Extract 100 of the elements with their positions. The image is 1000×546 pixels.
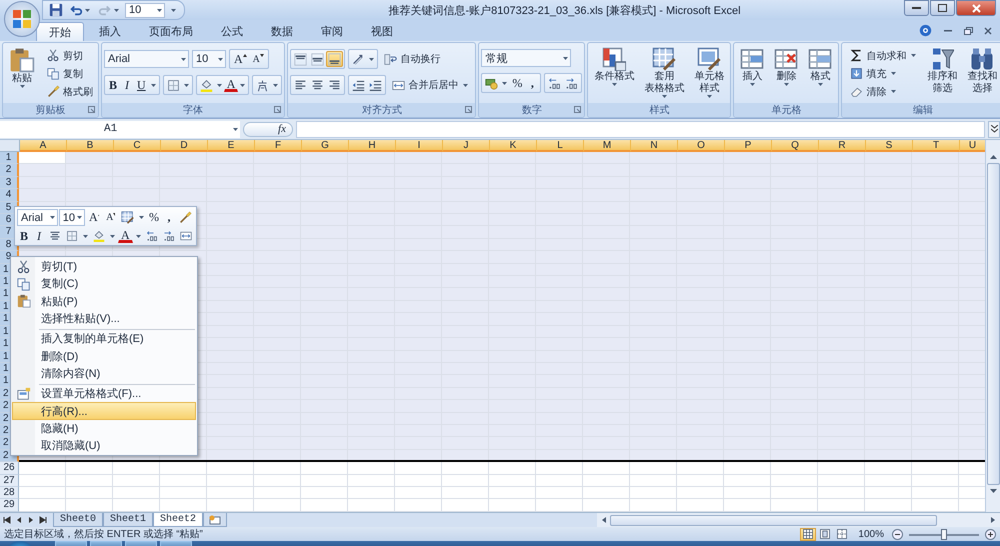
row-header[interactable]: 1 xyxy=(0,152,19,164)
column-header[interactable]: D xyxy=(161,140,208,152)
shrink-font-button[interactable]: A xyxy=(250,51,267,67)
view-button[interactable] xyxy=(800,528,816,540)
previous-sheet-icon[interactable] xyxy=(15,516,23,524)
column-header[interactable]: C xyxy=(114,140,161,152)
align-button[interactable] xyxy=(309,51,326,67)
ribbon-tab[interactable]: 视图 xyxy=(358,22,406,41)
comma-button[interactable]: , xyxy=(162,210,176,226)
formula-input[interactable] xyxy=(296,120,985,138)
cells-button[interactable]: 格式 xyxy=(804,45,836,88)
fill-color-button[interactable] xyxy=(91,228,108,244)
percent-button[interactable]: % xyxy=(146,210,161,226)
font-size-field[interactable]: 10 xyxy=(192,50,226,68)
sheet-tab[interactable]: Sheet1 xyxy=(103,513,154,527)
row-header[interactable]: 27 xyxy=(0,474,19,487)
next-sheet-icon[interactable] xyxy=(39,516,47,524)
style-button[interactable]: 单元格 样式 xyxy=(690,45,728,100)
dialog-launcher-icon[interactable] xyxy=(88,106,95,113)
column-header[interactable]: U xyxy=(960,140,985,152)
next-sheet-icon[interactable] xyxy=(27,516,35,524)
grow-font-button[interactable]: A xyxy=(231,51,250,67)
column-header[interactable]: P xyxy=(725,140,772,152)
menu-item[interactable]: 设置单元格格式(F)... xyxy=(12,382,196,402)
zoom-in-icon[interactable] xyxy=(985,528,996,540)
cells-button[interactable]: 插入 xyxy=(736,45,768,88)
cells-button[interactable]: 删除 xyxy=(770,45,802,88)
editing-button[interactable]: 清除 xyxy=(847,83,922,100)
expand-formula-button[interactable] xyxy=(988,120,1000,138)
grow-font-button[interactable]: A xyxy=(86,210,102,226)
bold-button[interactable]: B xyxy=(17,228,32,244)
horizontal-scrollbar[interactable] xyxy=(597,513,1000,527)
percent-button[interactable]: % xyxy=(509,75,526,91)
column-header[interactable]: H xyxy=(349,140,396,152)
minimize-button[interactable] xyxy=(904,0,929,16)
style-button[interactable]: 条件格式 xyxy=(590,45,638,88)
vertical-scrollbar[interactable] xyxy=(985,140,1000,512)
merge-center-button[interactable]: 合并后居中 xyxy=(389,76,474,94)
font-color-button[interactable]: A xyxy=(118,229,133,243)
row-header[interactable]: 28 xyxy=(0,486,19,500)
bold-button[interactable]: B xyxy=(106,77,120,93)
column-header[interactable]: B xyxy=(67,140,114,152)
close-button[interactable] xyxy=(982,24,994,36)
row-header[interactable]: 3 xyxy=(0,176,19,190)
sheet-tab[interactable]: Sheet2 xyxy=(153,513,204,527)
column-header[interactable]: M xyxy=(584,140,631,152)
shrink-font-button[interactable]: A xyxy=(103,210,118,226)
ribbon-tab[interactable]: 数据 xyxy=(258,22,306,41)
row-header[interactable]: 4 xyxy=(0,189,19,202)
name-box[interactable]: A1 xyxy=(0,120,240,138)
restore-button[interactable] xyxy=(962,24,974,36)
editing-button[interactable]: 自动求和 xyxy=(847,47,922,64)
editing-button[interactable]: 查找和 选择 xyxy=(963,45,1000,97)
scrollbar-thumb[interactable] xyxy=(610,514,937,526)
zoom-slider-thumb[interactable] xyxy=(941,528,947,540)
font-size-field[interactable]: 10 xyxy=(58,209,85,226)
sheet-tab[interactable]: Sheet0 xyxy=(53,513,104,527)
font-name-field[interactable]: Arial xyxy=(104,50,189,68)
italic-button[interactable]: I xyxy=(32,228,46,244)
maximize-button[interactable] xyxy=(930,0,955,16)
zoom-level[interactable]: 100% xyxy=(854,528,888,540)
paste-button[interactable]: 粘贴 xyxy=(5,45,39,90)
ribbon-tab[interactable]: 页面布局 xyxy=(136,22,206,41)
save-button[interactable] xyxy=(47,2,65,18)
zoom-out-icon[interactable] xyxy=(892,528,903,540)
scroll-right-icon[interactable] xyxy=(990,516,996,524)
ribbon-tab[interactable]: 审阅 xyxy=(308,22,356,41)
column-header[interactable]: E xyxy=(208,140,255,152)
column-header[interactable]: T xyxy=(913,140,960,152)
align-button[interactable] xyxy=(326,51,344,67)
ribbon-tab[interactable]: 公式 xyxy=(208,22,256,41)
dialog-launcher-icon[interactable] xyxy=(274,106,282,113)
ribbon-tab[interactable]: 开始 xyxy=(36,22,84,41)
style-button[interactable]: 套用 表格格式 xyxy=(640,45,688,100)
clipboard-button[interactable]: 剪切 xyxy=(44,47,96,64)
editing-button[interactable]: 排序和 筛选 xyxy=(923,45,962,97)
help-button[interactable] xyxy=(917,22,934,38)
dialog-launcher-icon[interactable] xyxy=(574,106,582,113)
column-header[interactable]: I xyxy=(396,140,443,152)
number-format-field[interactable]: 常规 xyxy=(481,49,572,67)
font-color-button[interactable]: A xyxy=(224,78,238,92)
comma-button[interactable]: , xyxy=(525,75,540,91)
insert-function-button[interactable]: fx xyxy=(243,122,293,136)
previous-sheet-icon[interactable] xyxy=(3,516,11,524)
scroll-up-icon[interactable] xyxy=(988,154,998,160)
active-cell[interactable] xyxy=(19,152,65,163)
scroll-down-icon[interactable] xyxy=(988,488,998,494)
align-button[interactable] xyxy=(292,51,310,67)
column-header[interactable]: J xyxy=(443,140,490,152)
column-header[interactable]: F xyxy=(255,140,302,152)
wrap-text-button[interactable]: 自动换行 xyxy=(381,50,444,68)
column-header[interactable]: A xyxy=(20,140,67,152)
column-header[interactable]: O xyxy=(678,140,725,152)
row-header[interactable]: 26 xyxy=(0,462,19,475)
menu-item[interactable]: 行高(R)... xyxy=(12,402,196,420)
row-header[interactable]: 29 xyxy=(0,499,19,512)
scroll-left-icon[interactable] xyxy=(601,516,607,524)
column-header[interactable]: G xyxy=(302,140,349,152)
format-button[interactable] xyxy=(118,210,136,226)
font-name-field[interactable]: Arial xyxy=(17,209,58,226)
